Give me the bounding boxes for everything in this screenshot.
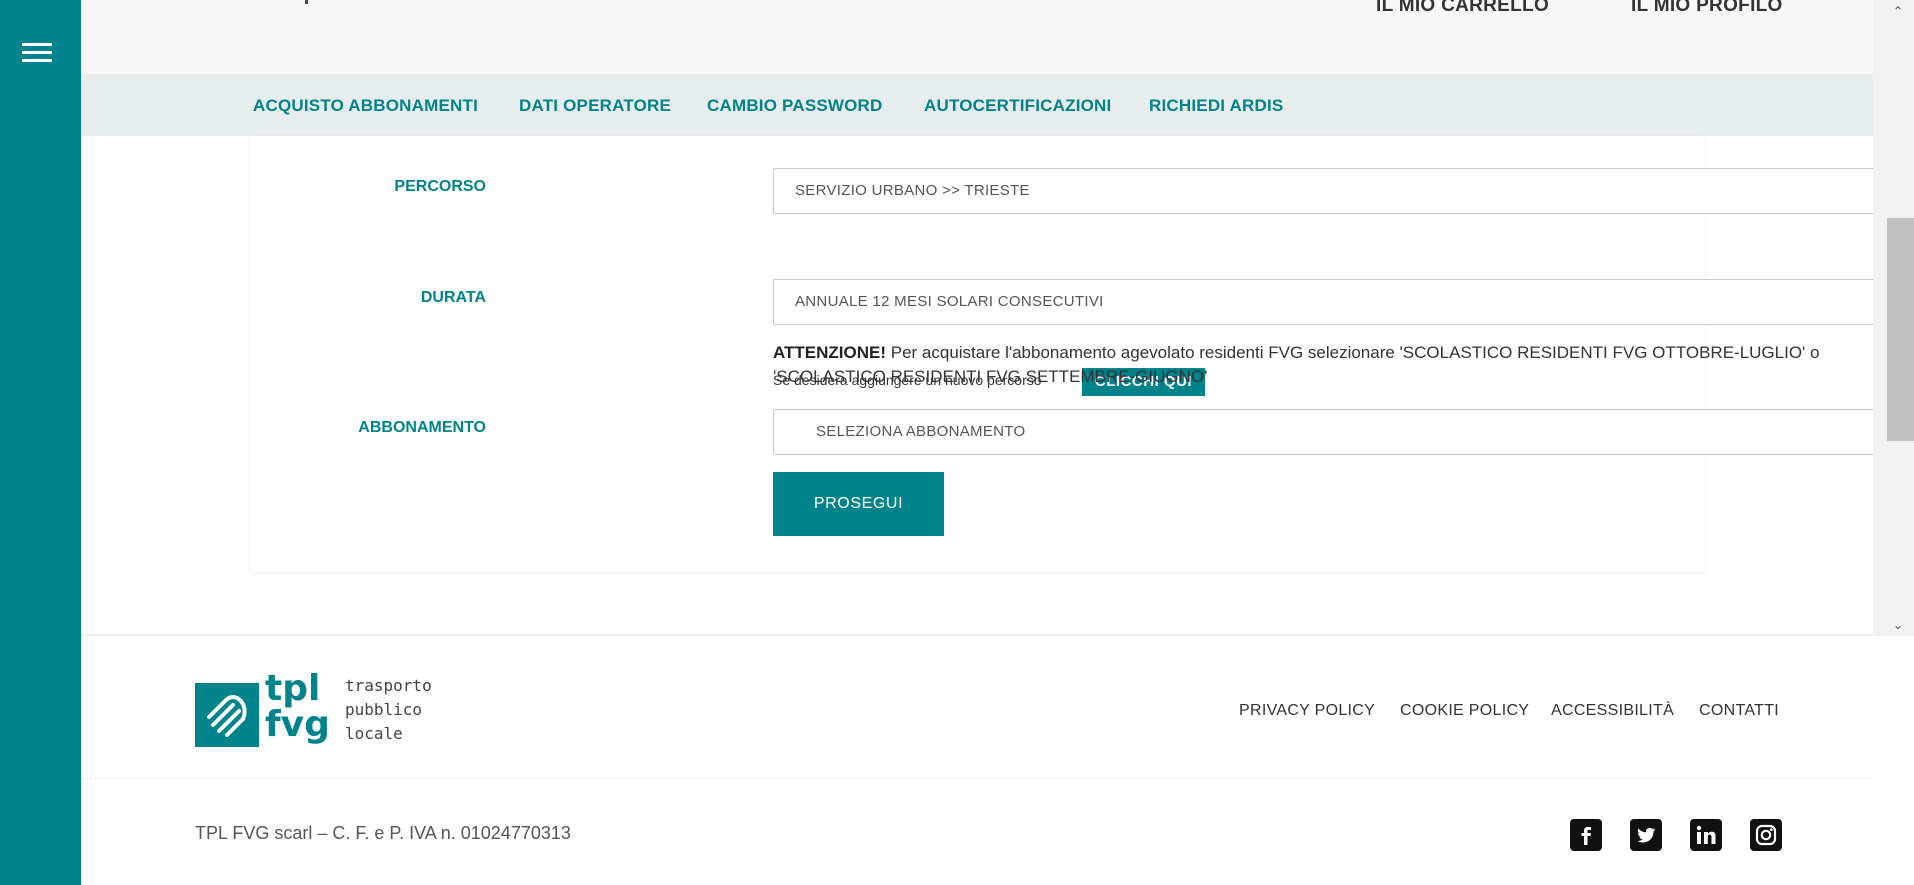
abbonamento-label: ABBONAMENTO — [358, 419, 486, 436]
tpl-logo-mark-icon — [195, 683, 259, 747]
abbonamento-value: SELEZIONA ABBONAMENTO — [816, 423, 1026, 440]
privacy-policy-link[interactable]: PRIVACY POLICY — [1239, 702, 1375, 720]
scrollbar[interactable]: ⌃ ⌄ — [1873, 0, 1914, 885]
percorso-value: SERVIZIO URBANO >> TRIESTE — [795, 182, 1030, 199]
abbonamento-select[interactable]: SELEZIONA ABBONAMENTO — [773, 409, 1914, 455]
footer-top: tpl fvg trasporto pubblico locale PRIVAC… — [81, 634, 1873, 778]
purchase-form-card: PERCORSO SERVIZIO URBANO >> TRIESTE Se d… — [250, 136, 1914, 572]
percorso-label: PERCORSO — [394, 178, 486, 195]
legal-text: TPL FVG scarl – C. F. e P. IVA n. 010247… — [195, 823, 571, 843]
cookie-policy-link[interactable]: COOKIE POLICY — [1400, 702, 1529, 720]
brand-tpl: tpl — [265, 668, 321, 709]
warning-prefix: ATTENZIONE! — [773, 343, 887, 362]
tagline-line: trasporto — [345, 676, 432, 695]
brand-fvg: fvg — [265, 704, 330, 745]
warning-message: ATTENZIONE! Per acquistare l'abbonamento… — [773, 341, 1914, 389]
tagline-line: locale — [345, 724, 403, 743]
scrollbar-track-lower — [1873, 636, 1914, 885]
header-logo-fragment — [305, 0, 319, 4]
percorso-select[interactable]: SERVIZIO URBANO >> TRIESTE — [773, 168, 1914, 214]
accessibility-link[interactable]: ACCESSIBILITÀ — [1551, 702, 1674, 720]
facebook-icon[interactable] — [1570, 819, 1602, 851]
durata-value: ANNUALE 12 MESI SOLARI CONSECUTIVI — [795, 293, 1104, 310]
nav-acquisto-abbonamenti[interactable]: ACQUISTO ABBONAMENTI — [253, 96, 478, 116]
durata-select[interactable]: ANNUALE 12 MESI SOLARI CONSECUTIVI — [773, 279, 1914, 325]
linkedin-icon[interactable] — [1690, 819, 1722, 851]
tpl-fvg-logo[interactable]: tpl fvg trasporto pubblico locale — [195, 670, 432, 754]
footer-bottom: TPL FVG scarl – C. F. e P. IVA n. 010247… — [81, 778, 1873, 885]
secondary-nav: ACQUISTO ABBONAMENTI DATI OPERATORE CAMB… — [81, 74, 1873, 136]
warning-text: Per acquistare l'abbonamento agevolato r… — [773, 343, 1820, 386]
menu-icon[interactable] — [22, 43, 52, 63]
nav-autocertificazioni[interactable]: AUTOCERTIFICAZIONI — [924, 96, 1111, 116]
page: IL MIO CARRELLO IL MIO PROFILO ACQUISTO … — [0, 0, 1914, 885]
nav-cambio-password[interactable]: CAMBIO PASSWORD — [707, 96, 883, 116]
nav-richiedi-ardis[interactable]: RICHIEDI ARDIS — [1149, 96, 1283, 116]
instagram-icon[interactable] — [1750, 819, 1782, 851]
scrollbar-thumb[interactable] — [1887, 218, 1914, 441]
top-header: IL MIO CARRELLO IL MIO PROFILO — [81, 0, 1873, 74]
scroll-up-icon[interactable]: ⌃ — [1893, 4, 1903, 18]
contacts-link[interactable]: CONTATTI — [1699, 702, 1779, 720]
my-profile-link[interactable]: IL MIO PROFILO — [1631, 0, 1783, 17]
my-cart-link[interactable]: IL MIO CARRELLO — [1376, 0, 1549, 17]
side-rail — [0, 0, 81, 885]
durata-label: DURATA — [420, 289, 486, 306]
scroll-down-icon[interactable]: ⌄ — [1893, 618, 1903, 632]
brand-tagline: trasporto pubblico locale — [345, 674, 432, 746]
twitter-icon[interactable] — [1630, 819, 1662, 851]
tagline-line: pubblico — [345, 700, 423, 719]
nav-dati-operatore[interactable]: DATI OPERATORE — [519, 96, 671, 116]
prosegui-button[interactable]: PROSEGUI — [773, 472, 944, 536]
